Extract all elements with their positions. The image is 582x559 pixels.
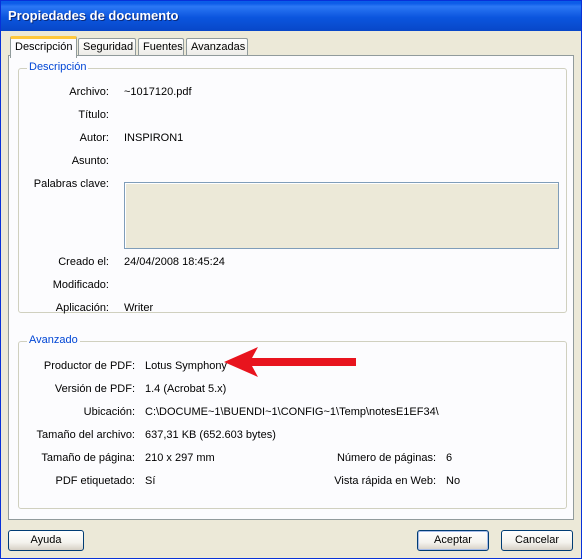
autor-label: Autor: [79,132,109,144]
titulo-label: Título: [78,109,109,121]
vista-rapida-value: No [446,475,461,487]
dialog-client-area: Descripción Seguridad Fuentes Avanzadas … [4,31,578,557]
numero-paginas-label: Número de páginas: [336,452,436,464]
ok-button[interactable]: Aceptar [417,530,489,551]
description-group-title: Descripción [27,61,89,73]
autor-value: INSPIRON1 [124,132,184,144]
productor-label: Productor de PDF: [43,360,135,372]
palabras-clave-label: Palabras clave: [33,178,109,190]
aplicacion-value: Writer [124,302,154,314]
ubicacion-label: Ubicación: [83,406,135,418]
modificado-label: Modificado: [52,279,109,291]
etiquetado-value: Sí [145,475,156,487]
tamano-archivo-label: Tamaño del archivo: [36,429,135,441]
etiquetado-label: PDF etiquetado: [55,475,136,487]
numero-paginas-value: 6 [446,452,453,464]
cancel-button[interactable]: Cancelar [501,530,573,551]
aplicacion-label: Aplicación: [55,302,109,314]
help-button[interactable]: Ayuda [8,530,84,551]
productor-value: Lotus Symphony [145,360,227,372]
archivo-value: ~1017120.pdf [124,86,192,98]
tab-panel-descripcion: Descripción Archivo: ~1017120.pdf Título… [8,55,574,520]
advanced-group-title: Avanzado [27,334,80,346]
tab-fuentes[interactable]: Fuentes [138,38,184,56]
vista-rapida-label: Vista rápida en Web: [334,475,436,487]
description-group: Descripción Archivo: ~1017120.pdf Título… [18,61,567,314]
asunto-label: Asunto: [71,155,109,167]
window-title: Propiedades de documento [1,1,581,31]
creado-value: 24/04/2008 18:45:24 [124,256,225,268]
version-label: Versión de PDF: [54,383,135,395]
creado-label: Creado el: [58,256,109,268]
ubicacion-value: C:\DOCUME~1\BUENDI~1\CONFIG~1\Temp\notes… [145,406,439,418]
tab-descripcion[interactable]: Descripción [10,36,77,58]
tamano-archivo-value: 637,31 KB (652.603 bytes) [145,429,276,441]
tab-seguridad[interactable]: Seguridad [78,38,136,56]
palabras-clave-field [124,182,559,249]
document-properties-dialog: Propiedades de documento Descripción Seg… [0,0,582,559]
tab-avanzadas[interactable]: Avanzadas [186,38,248,56]
left-arrow-icon [224,347,356,377]
version-value: 1.4 (Acrobat 5.x) [145,383,227,395]
tamano-pagina-value: 210 x 297 mm [145,452,215,464]
archivo-label: Archivo: [69,86,109,98]
tamano-pagina-label: Tamaño de página: [41,452,135,464]
